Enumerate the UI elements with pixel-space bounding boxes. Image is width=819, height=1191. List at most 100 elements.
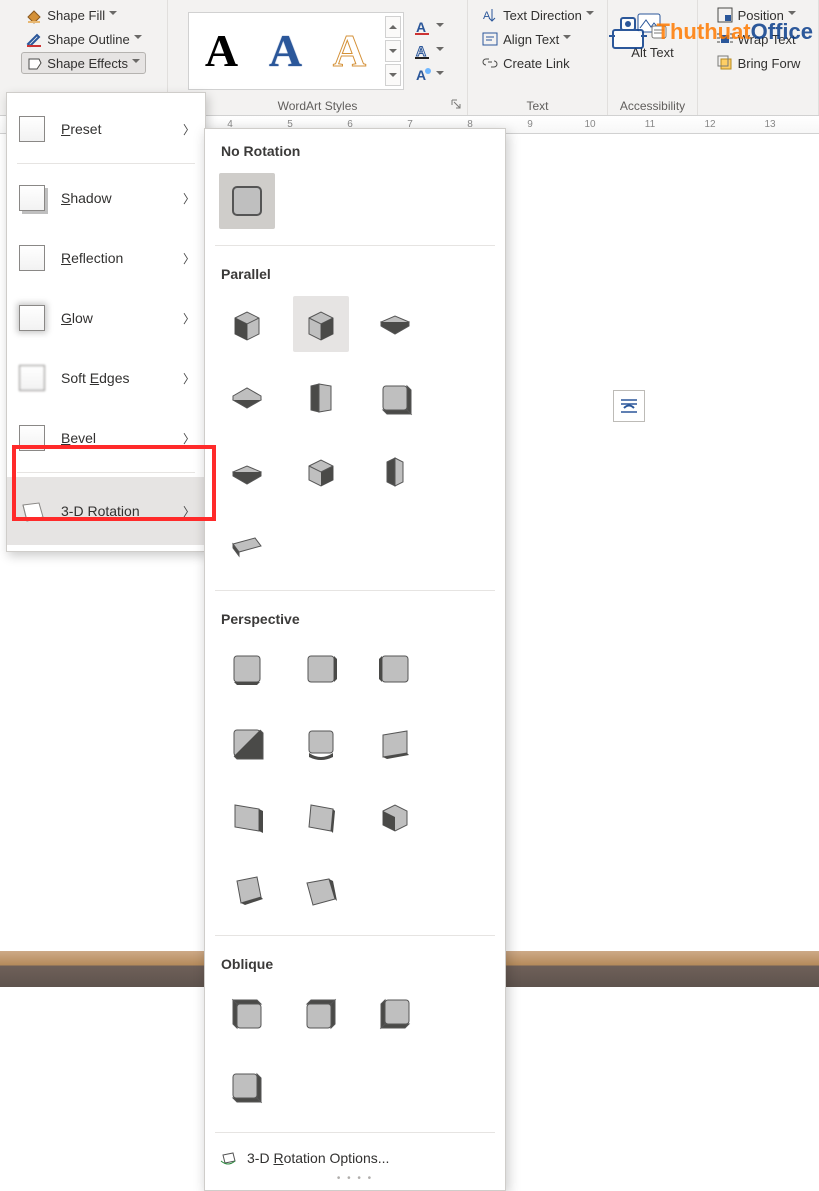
oblique-thumb-2[interactable] xyxy=(293,986,349,1042)
wordart-dialog-launcher[interactable] xyxy=(449,97,463,111)
chevron-down-icon xyxy=(436,71,444,79)
align-text-icon xyxy=(481,30,499,48)
perspective-thumb-2[interactable] xyxy=(293,641,349,697)
create-link-label: Create Link xyxy=(503,56,569,71)
position-button[interactable]: Position xyxy=(712,4,805,26)
alt-text-icon xyxy=(634,8,670,44)
chevron-down-icon xyxy=(436,47,444,55)
soft-edges-swatch-icon xyxy=(19,365,45,391)
parallel-thumb-9[interactable] xyxy=(367,444,423,500)
perspective-thumb-4[interactable] xyxy=(219,715,275,771)
group-text: A Text Direction Align Text Create Link … xyxy=(468,0,608,115)
oblique-thumb-4[interactable] xyxy=(219,1060,275,1116)
bring-forward-label: Bring Forw xyxy=(738,56,801,71)
group-wordart-label: WordArt Styles xyxy=(174,97,461,113)
position-icon xyxy=(716,6,734,24)
effects-glow-label: Glow xyxy=(61,310,183,326)
parallel-thumb-3[interactable] xyxy=(367,296,423,352)
effects-soft-edges[interactable]: Soft Edges 〉 xyxy=(7,348,205,408)
text-effects-button[interactable]: A xyxy=(410,64,448,86)
bring-forward-icon xyxy=(716,54,734,72)
parallel-thumb-2[interactable] xyxy=(293,296,349,352)
align-text-button[interactable]: Align Text xyxy=(477,28,598,50)
effects-glow[interactable]: Glow 〉 xyxy=(7,288,205,348)
chevron-right-icon: 〉 xyxy=(183,190,195,207)
layout-options-button[interactable] xyxy=(613,390,645,422)
perspective-thumb-3[interactable] xyxy=(367,641,423,697)
oblique-thumb-1[interactable] xyxy=(219,986,275,1042)
section-separator xyxy=(215,590,495,591)
chevron-down-icon xyxy=(788,11,796,19)
bring-forward-button[interactable]: Bring Forw xyxy=(712,52,805,74)
rotation-gallery: No Rotation Parallel Perspective Oblique xyxy=(204,128,506,1191)
parallel-thumb-6[interactable] xyxy=(367,370,423,426)
effects-preset-label: Preset xyxy=(61,121,183,137)
perspective-thumb-11[interactable] xyxy=(293,863,349,919)
effects-preset[interactable]: Preset 〉 xyxy=(7,99,205,159)
wordart-scroll-up[interactable] xyxy=(385,16,401,38)
group-arrange-label xyxy=(704,97,812,113)
perspective-thumb-6[interactable] xyxy=(367,715,423,771)
effects-reflection-label: Reflection xyxy=(61,250,183,266)
perspective-thumb-5[interactable] xyxy=(293,715,349,771)
chevron-right-icon: 〉 xyxy=(183,250,195,267)
chevron-right-icon: 〉 xyxy=(183,121,195,138)
perspective-thumb-9[interactable] xyxy=(367,789,423,845)
parallel-thumb-8[interactable] xyxy=(293,444,349,500)
text-direction-button[interactable]: A Text Direction xyxy=(477,4,598,26)
chevron-right-icon: 〉 xyxy=(183,430,195,447)
align-text-label: Align Text xyxy=(503,32,559,47)
parallel-thumb-5[interactable] xyxy=(293,370,349,426)
effects-shadow[interactable]: Shadow 〉 xyxy=(7,168,205,228)
wordart-sample-3[interactable]: A xyxy=(319,18,381,84)
wordart-sample-2[interactable]: A xyxy=(255,18,317,84)
rotation-more-options[interactable]: 3-D Rotation Options... xyxy=(205,1139,505,1171)
panel-grip-icon[interactable]: • • • • xyxy=(205,1171,505,1184)
shape-effects-button[interactable]: Shape Effects xyxy=(21,52,145,74)
effects-bevel-label: Bevel xyxy=(61,430,183,446)
chevron-down-icon xyxy=(109,11,117,19)
effects-reflection[interactable]: Reflection 〉 xyxy=(7,228,205,288)
perspective-thumb-10[interactable] xyxy=(219,863,275,919)
shape-effects-icon xyxy=(25,54,43,72)
rotation-none-thumb[interactable] xyxy=(219,173,275,229)
wordart-scroll-down[interactable] xyxy=(385,40,401,62)
rotation-options-icon xyxy=(219,1149,237,1167)
wordart-gallery-spinner xyxy=(385,16,401,86)
rotation-section-none: No Rotation xyxy=(205,129,505,169)
effects-3d-rotation[interactable]: 3-D Rotation 〉 xyxy=(7,477,205,545)
wrap-text-button[interactable]: Wrap Text xyxy=(712,28,805,50)
menu-separator xyxy=(17,472,195,473)
parallel-thumb-10[interactable] xyxy=(219,518,275,574)
create-link-button[interactable]: Create Link xyxy=(477,52,598,74)
shape-outline-button[interactable]: Shape Outline xyxy=(21,28,145,50)
section-separator xyxy=(215,935,495,936)
text-outline-button[interactable]: A xyxy=(410,40,448,62)
wrap-text-icon xyxy=(716,30,734,48)
text-outline-icon: A xyxy=(414,42,432,60)
wordart-sample-1[interactable]: A xyxy=(191,18,253,84)
section-separator xyxy=(215,245,495,246)
perspective-thumb-8[interactable] xyxy=(293,789,349,845)
effects-bevel[interactable]: Bevel 〉 xyxy=(7,408,205,468)
perspective-thumb-1[interactable] xyxy=(219,641,275,697)
wordart-gallery[interactable]: A A A xyxy=(188,12,404,90)
group-arrange: Position Wrap Text Bring Forw xyxy=(698,0,819,115)
text-fill-button[interactable]: A xyxy=(410,16,448,38)
alt-text-button[interactable]: Alt Text xyxy=(625,4,679,65)
parallel-thumb-4[interactable] xyxy=(219,370,275,426)
shape-fill-button[interactable]: Shape Fill xyxy=(21,4,145,26)
group-accessibility-label: Accessibility xyxy=(614,97,691,113)
oblique-thumb-3[interactable] xyxy=(367,986,423,1042)
link-icon xyxy=(481,54,499,72)
group-accessibility: Alt Text Accessibility xyxy=(608,0,698,115)
wordart-expand[interactable] xyxy=(385,64,401,86)
rotation-more-label: 3-D Rotation Options... xyxy=(247,1150,389,1166)
effects-soft-edges-label: Soft Edges xyxy=(61,370,183,386)
parallel-thumb-1[interactable] xyxy=(219,296,275,352)
perspective-thumb-7[interactable] xyxy=(219,789,275,845)
chevron-right-icon: 〉 xyxy=(183,370,195,387)
parallel-thumb-7[interactable] xyxy=(219,444,275,500)
group-text-label: Text xyxy=(474,97,601,113)
wrap-text-label: Wrap Text xyxy=(738,32,796,47)
